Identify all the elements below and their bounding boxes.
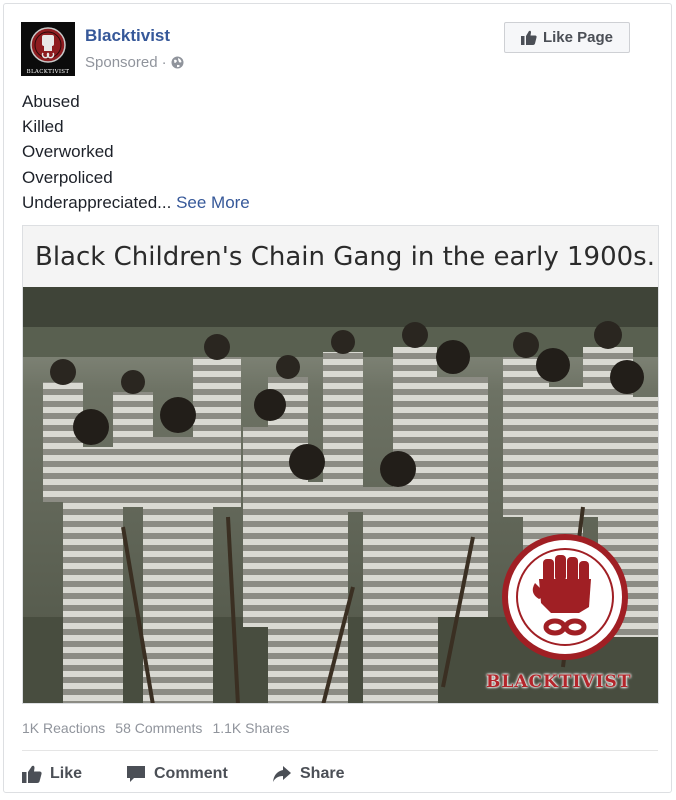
post-text-line-last: Underappreciated... See More bbox=[22, 190, 250, 215]
comment-bubble-icon bbox=[127, 766, 145, 782]
avatar-fist-icon bbox=[21, 22, 75, 76]
comment-button[interactable]: Comment bbox=[126, 761, 228, 787]
like-label: Like bbox=[50, 765, 83, 782]
shares-count[interactable]: 1.1K Shares bbox=[212, 720, 289, 736]
share-label: Share bbox=[300, 765, 345, 782]
post-stats: 1K Reactions 58 Comments 1.1K Shares bbox=[22, 720, 290, 736]
post-text-line: Abused bbox=[22, 92, 80, 111]
post-text-line: Killed bbox=[22, 117, 64, 137]
action-divider bbox=[22, 750, 658, 751]
comment-label: Comment bbox=[154, 765, 228, 782]
post-text-truncated: Underappreciated... bbox=[22, 192, 172, 212]
sponsored-post-card: BLACKTIVIST Blacktivist Sponsored · Like… bbox=[3, 3, 672, 793]
reactions-count[interactable]: 1K Reactions bbox=[22, 720, 105, 736]
globe-icon bbox=[171, 56, 184, 69]
post-meta: Sponsored · bbox=[85, 54, 184, 71]
avatar-brand-text: BLACKTIVIST bbox=[26, 69, 70, 75]
share-button[interactable]: Share bbox=[272, 761, 344, 787]
post-image[interactable]: Black Children's Chain Gang in the early… bbox=[22, 225, 659, 704]
meta-separator: · bbox=[161, 54, 167, 71]
post-header: BLACKTIVIST Blacktivist Sponsored · Like… bbox=[21, 22, 661, 78]
like-page-label: Like Page bbox=[542, 29, 614, 46]
post-actions: Like Comment Share bbox=[22, 761, 658, 787]
post-text-line: Overworked bbox=[22, 142, 114, 162]
page-name-link[interactable]: Blacktivist bbox=[85, 26, 170, 46]
thumbs-up-icon bbox=[520, 30, 537, 45]
watermark-brand-text: BLACKTIVIST bbox=[486, 672, 632, 692]
see-more-link[interactable]: See More bbox=[176, 193, 250, 212]
post-text-line: Overpoliced bbox=[22, 167, 113, 187]
post-body-text: Abused Killed Overworked Overpoliced Und… bbox=[22, 89, 250, 215]
thumbs-up-icon bbox=[22, 765, 42, 783]
raised-fist-icon bbox=[502, 534, 628, 660]
comments-count[interactable]: 58 Comments bbox=[115, 720, 202, 736]
like-button[interactable]: Like bbox=[22, 761, 82, 787]
sponsored-label[interactable]: Sponsored bbox=[85, 54, 158, 71]
like-page-button[interactable]: Like Page bbox=[504, 22, 630, 53]
image-caption: Black Children's Chain Gang in the early… bbox=[23, 226, 658, 287]
share-arrow-icon bbox=[273, 766, 291, 782]
page-avatar[interactable]: BLACKTIVIST bbox=[21, 22, 75, 76]
